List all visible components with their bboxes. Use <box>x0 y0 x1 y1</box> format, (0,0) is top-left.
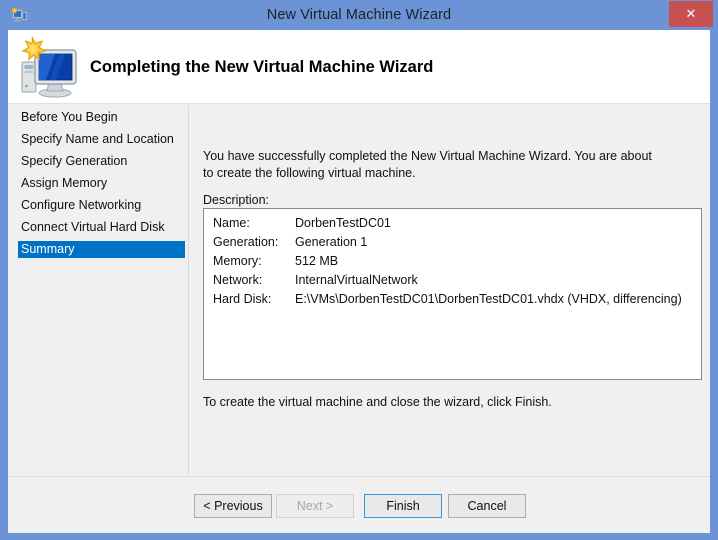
summary-key-name: Name: <box>213 216 250 230</box>
sidebar-item-summary[interactable]: Summary <box>18 241 185 258</box>
next-button: Next > <box>276 494 354 518</box>
table-row: Memory: 512 MB <box>213 254 682 273</box>
previous-button[interactable]: < Previous <box>194 494 272 518</box>
summary-key-network: Network: <box>213 273 263 287</box>
table-row: Generation: Generation 1 <box>213 235 682 254</box>
wizard-step-list: Before You Begin Specify Name and Locati… <box>8 105 185 476</box>
computer-monitor-star-icon <box>15 34 81 100</box>
summary-value-hard-disk: E:\VMs\DorbenTestDC01\DorbenTestDC01.vhd… <box>295 292 682 306</box>
table-row: Network: InternalVirtualNetwork <box>213 273 682 292</box>
summary-key-hard-disk: Hard Disk: <box>213 292 272 306</box>
wizard-banner: Completing the New Virtual Machine Wizar… <box>8 30 710 104</box>
summary-value-generation: Generation 1 <box>295 235 368 249</box>
description-label: Description: <box>203 193 269 207</box>
summary-value-name: DorbenTestDC01 <box>295 216 391 230</box>
table-row: Hard Disk: E:\VMs\DorbenTestDC01\DorbenT… <box>213 292 682 311</box>
outro-text: To create the virtual machine and close … <box>203 395 552 409</box>
sidebar-item-specify-generation[interactable]: Specify Generation <box>18 153 185 170</box>
wizard-main-pane: You have successfully completed the New … <box>189 105 710 476</box>
close-glyph: ✕ <box>685 6 697 21</box>
sidebar-item-before-you-begin[interactable]: Before You Begin <box>18 109 185 126</box>
sidebar-item-connect-virtual-hard-disk[interactable]: Connect Virtual Hard Disk <box>18 219 185 236</box>
summary-key-memory: Memory: <box>213 254 262 268</box>
table-row: Name: DorbenTestDC01 <box>213 216 682 235</box>
finish-button[interactable]: Finish <box>364 494 442 518</box>
summary-table: Name: DorbenTestDC01 Generation: Generat… <box>213 216 682 311</box>
intro-text: You have successfully completed the New … <box>203 149 652 180</box>
cancel-button[interactable]: Cancel <box>448 494 526 518</box>
sidebar-item-configure-networking[interactable]: Configure Networking <box>18 197 185 214</box>
window-title: New Virtual Machine Wizard <box>266 7 452 23</box>
title-bar[interactable]: New Virtual Machine Wizard ✕ <box>0 0 718 30</box>
wizard-body: Before You Begin Specify Name and Locati… <box>8 105 710 476</box>
description-box: Name: DorbenTestDC01 Generation: Generat… <box>203 208 702 380</box>
summary-value-network: InternalVirtualNetwork <box>295 273 418 287</box>
summary-value-memory: 512 MB <box>295 254 339 268</box>
close-icon[interactable]: ✕ <box>669 1 713 27</box>
wizard-window: New Virtual Machine Wizard ✕ Completing … <box>0 0 718 540</box>
page-title: Completing the New Virtual Machine Wizar… <box>90 58 434 76</box>
wizard-client-area: Completing the New Virtual Machine Wizar… <box>8 30 710 533</box>
summary-key-generation: Generation: <box>213 235 279 249</box>
wizard-footer: < Previous Next > Finish Cancel <box>8 476 710 533</box>
sidebar-item-assign-memory[interactable]: Assign Memory <box>18 175 185 192</box>
sidebar-item-specify-name-and-location[interactable]: Specify Name and Location <box>18 131 185 148</box>
